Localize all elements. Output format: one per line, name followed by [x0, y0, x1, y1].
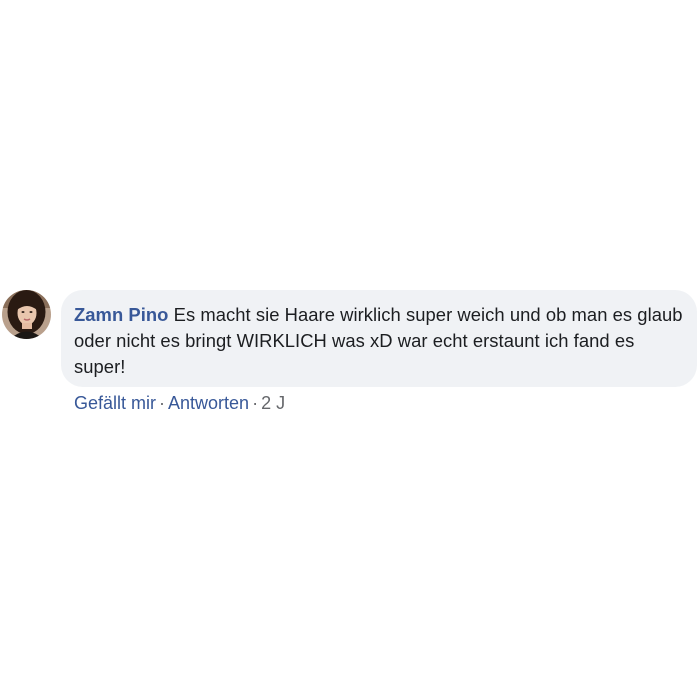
profile-photo-icon — [2, 290, 51, 339]
like-link[interactable]: Gefällt mir — [74, 393, 156, 413]
comment-actions: Gefällt mir · Antworten · 2 J — [74, 391, 285, 415]
comment-bubble: Zamn Pino Es macht sie Haare wirklich su… — [61, 290, 697, 387]
separator-dot: · — [159, 393, 166, 413]
comment-timestamp[interactable]: 2 J — [261, 393, 285, 413]
avatar[interactable] — [2, 290, 51, 339]
separator-dot: · — [252, 393, 259, 413]
comment-author-link[interactable]: Zamn Pino — [74, 304, 168, 325]
reply-link[interactable]: Antworten — [168, 393, 249, 413]
